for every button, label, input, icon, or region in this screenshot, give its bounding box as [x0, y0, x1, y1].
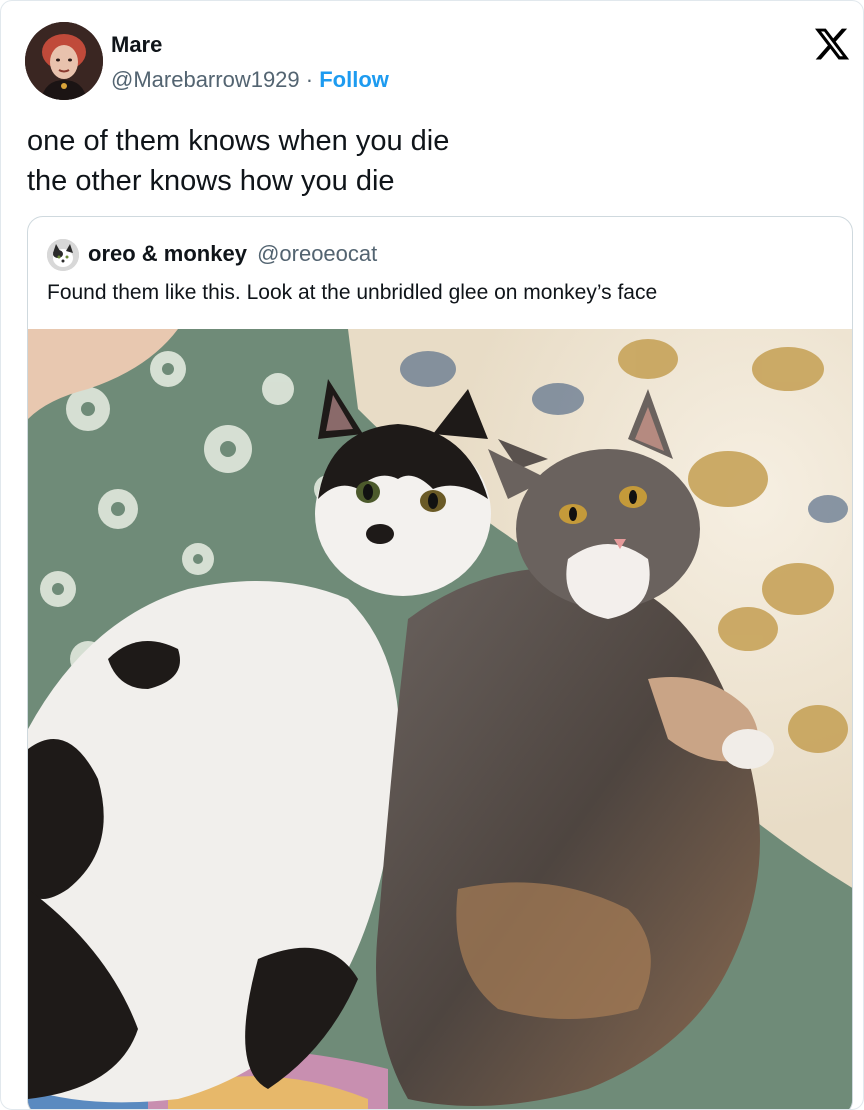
- quoted-author-name[interactable]: oreo & monkey: [88, 241, 247, 266]
- author-avatar[interactable]: [25, 22, 103, 100]
- quoted-author-line: oreo & monkey @oreoeocat: [88, 241, 377, 267]
- author-handle-row: @Marebarrow1929 · Follow: [111, 67, 389, 93]
- tweet-line: one of them knows when you die: [27, 125, 450, 157]
- handle-separator: ·: [305, 67, 314, 92]
- follow-button[interactable]: Follow: [319, 67, 389, 92]
- tweet-embed-card: Mare @Marebarrow1929 · Follow one of the…: [0, 0, 864, 1110]
- author-handle[interactable]: @Marebarrow1929: [111, 67, 300, 92]
- quoted-tweet[interactable]: oreo & monkey @oreoeocat Found them like…: [27, 216, 853, 1109]
- quoted-tweet-text: Found them like this. Look at the unbrid…: [47, 281, 658, 304]
- x-logo-icon[interactable]: [813, 25, 851, 63]
- quoted-author-avatar[interactable]: [47, 239, 79, 271]
- cats-photo[interactable]: [28, 329, 852, 1109]
- author-name[interactable]: Mare: [111, 32, 162, 58]
- tweet-text: one of them knows when you die the other…: [27, 121, 827, 201]
- tweet-line: the other knows how you die: [27, 165, 395, 197]
- quoted-author-handle[interactable]: @oreoeocat: [257, 241, 377, 266]
